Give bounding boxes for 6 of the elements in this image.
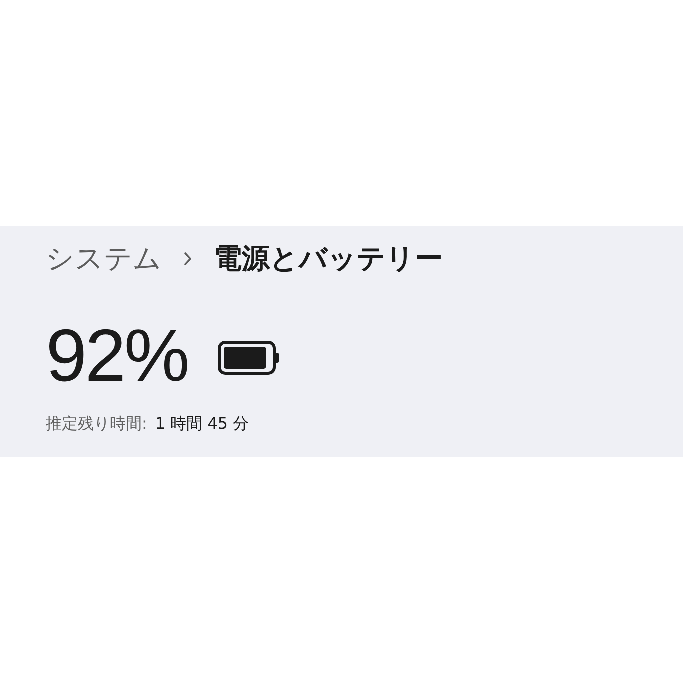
estimate-value: 1 時間 45 分 [155, 413, 250, 435]
breadcrumb-link[interactable]: システム [46, 239, 162, 279]
battery-percentage: 92% [46, 316, 188, 396]
chevron-right-icon [184, 252, 192, 266]
page-title: 電源とバッテリー [214, 241, 443, 277]
estimate-label: 推定残り時間: [46, 413, 148, 435]
